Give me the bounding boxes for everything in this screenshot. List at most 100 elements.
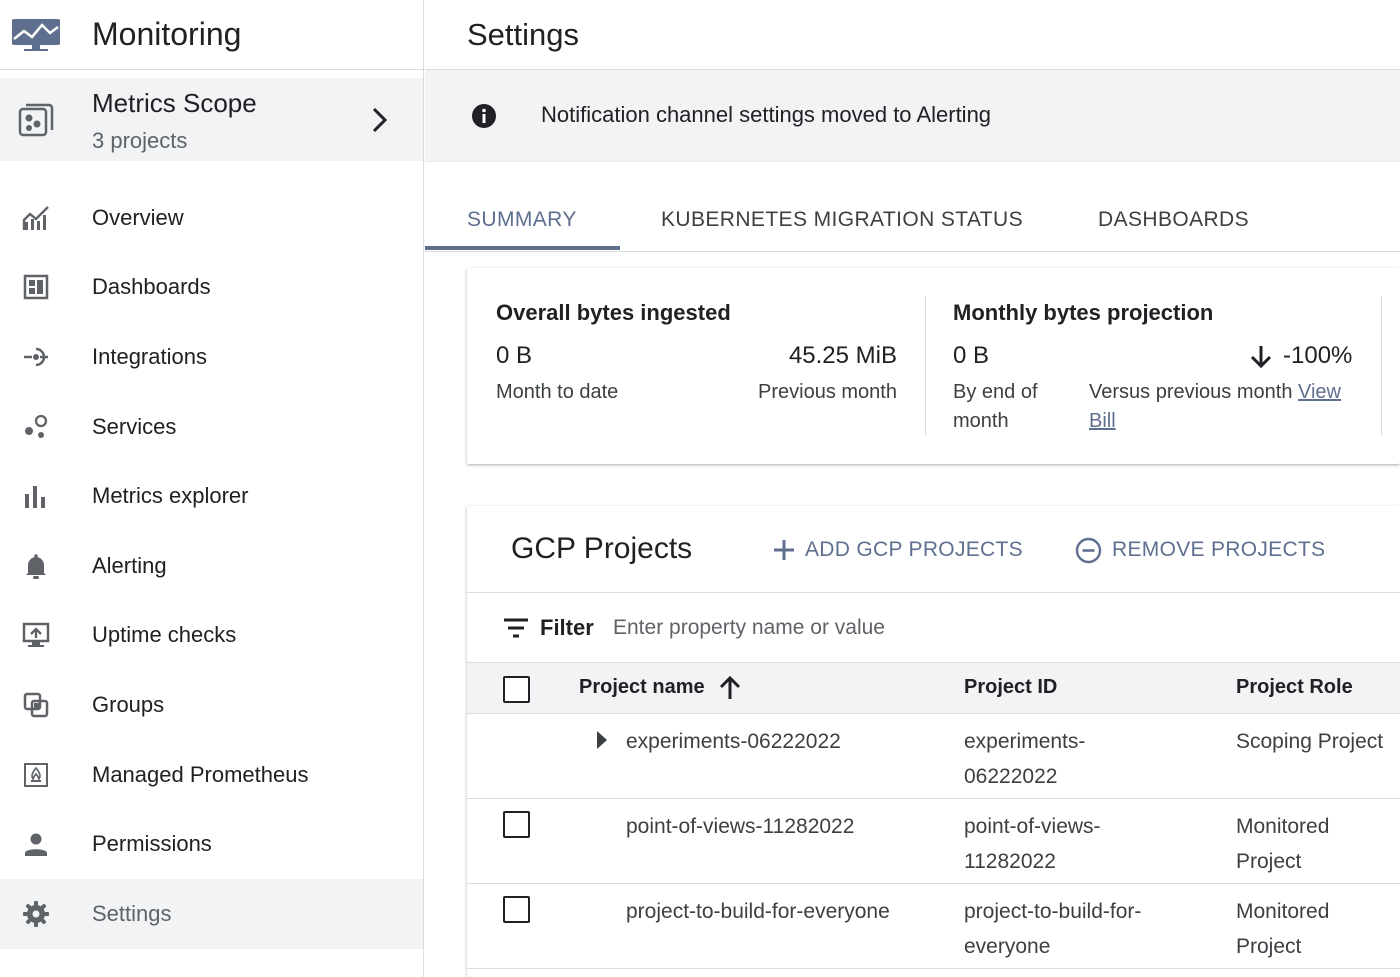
projection-change-label: Versus previous month	[1089, 381, 1293, 403]
filter-bar: Filter	[467, 593, 1400, 663]
sidebar-item-label: Metrics explorer	[92, 483, 249, 509]
projection-value: 0 B	[953, 342, 990, 369]
project-id-line: project-to-build-for-	[964, 900, 1142, 923]
ingested-previous-month-value: 45.25 MiB	[788, 342, 897, 369]
metrics-scope-selector[interactable]: Metrics Scope 3 projects	[0, 78, 423, 161]
page-header: Settings	[425, 0, 1400, 70]
page-title: Settings	[467, 16, 580, 52]
sidebar-item-label: Uptime checks	[92, 622, 237, 648]
sidebar-item-settings[interactable]: Settings	[0, 878, 423, 949]
sidebar-item-overview[interactable]: Overview	[0, 183, 423, 253]
metrics-scope-icon	[18, 102, 54, 138]
sidebar-item-label: Dashboards	[92, 274, 211, 300]
tab-kubernetes-migration-status[interactable]: KUBERNETES MIGRATION STATUS	[661, 188, 1023, 252]
table-row[interactable]: point-of-views-11282022 point-of-views- 1…	[467, 799, 1400, 884]
project-id: experiments- 06222022	[964, 724, 1085, 794]
sidebar-item-label: Permissions	[92, 831, 212, 857]
row-checkbox[interactable]	[503, 811, 530, 838]
sidebar-item-groups[interactable]: Groups	[0, 670, 423, 740]
sidebar: Monitoring Metrics Scope 3 projects Over…	[0, 0, 424, 977]
project-role-line: Monitored	[1236, 900, 1330, 923]
main-content: Settings Notification channel settings m…	[425, 0, 1400, 977]
table-row[interactable]: experiments- 06222022 experiments- 0622202…	[467, 714, 1400, 799]
remove-projects-label: REMOVE PROJECTS	[1112, 538, 1326, 561]
bell-icon	[22, 552, 50, 580]
sidebar-item-alerting[interactable]: Alerting	[0, 531, 423, 601]
remove-circle-icon	[1075, 537, 1112, 564]
sidebar-item-services[interactable]: Services	[0, 392, 423, 462]
sidebar-item-label: Alerting	[92, 552, 167, 578]
settings-tabs: SUMMARY KUBERNETES MIGRATION STATUS DASH…	[425, 188, 1400, 252]
bar-chart-icon	[22, 482, 50, 510]
project-id-line: point-of-views-	[964, 815, 1101, 838]
summary-divider	[925, 296, 926, 436]
project-id: project-to-build-for-everyone	[964, 894, 1141, 964]
dashboards-icon	[22, 273, 50, 301]
sidebar-item-metrics-explorer[interactable]: Metrics explorer	[0, 461, 423, 531]
sidebar-item-label: Overview	[92, 204, 184, 230]
info-icon	[471, 103, 497, 129]
project-id-line: experiments-	[964, 730, 1086, 753]
app-header: Monitoring	[0, 0, 423, 70]
remove-projects-button[interactable]: REMOVE PROJECTS	[1075, 534, 1325, 566]
tab-summary[interactable]: SUMMARY	[467, 188, 577, 252]
chevron-right-icon[interactable]	[368, 106, 392, 134]
ingested-previous-month-label: Previous month	[758, 381, 897, 403]
project-name: point-of-views-11282022	[626, 815, 855, 838]
app-title: Monitoring	[92, 16, 242, 52]
sidebar-item-label: Groups	[92, 691, 165, 717]
plus-icon	[773, 539, 805, 561]
column-header-project-name[interactable]: Project name	[579, 676, 705, 699]
projection-change: -100%	[1283, 342, 1353, 369]
project-id-line: 06222022	[964, 765, 1058, 788]
tab-dashboards[interactable]: DASHBOARDS	[1098, 188, 1249, 252]
sidebar-item-managed-prometheus[interactable]: Managed Prometheus	[0, 740, 423, 810]
column-header-project-role[interactable]: Project Role	[1236, 676, 1353, 699]
ingested-month-to-date-label: Month to date	[496, 381, 619, 403]
project-role-line: Monitored	[1236, 815, 1330, 838]
project-id-line: 11282022	[964, 850, 1056, 873]
row-checkbox[interactable]	[503, 896, 530, 923]
project-name: project-to-build-for-everyone	[626, 900, 890, 923]
table-row[interactable]: project-to-build-for-everyone project-to…	[467, 884, 1400, 969]
services-icon	[22, 413, 50, 441]
bytes-summary-card: Overall bytes ingested 0 B Month to date…	[467, 268, 1400, 464]
caret-right-icon[interactable]	[595, 730, 609, 750]
person-icon	[22, 830, 50, 858]
sidebar-item-dashboards[interactable]: Dashboards	[0, 253, 423, 323]
add-gcp-projects-label: ADD GCP PROJECTS	[805, 538, 1023, 561]
gear-icon	[22, 900, 50, 928]
project-role-line: Scoping Project	[1236, 730, 1384, 753]
filter-label: Filter	[540, 615, 594, 640]
overview-icon	[22, 204, 50, 232]
filter-icon[interactable]	[503, 618, 529, 638]
projection-value-label: By end of month	[953, 381, 1038, 432]
integrations-icon	[22, 343, 50, 371]
project-role-line: Project	[1236, 935, 1302, 958]
arrow-down-icon	[1249, 344, 1273, 370]
sidebar-nav: Overview Dashboards Integrations Service…	[0, 183, 423, 949]
sidebar-item-uptime-checks[interactable]: Uptime checks	[0, 601, 423, 671]
sidebar-item-label: Integrations	[92, 343, 207, 369]
filter-input[interactable]	[613, 609, 1213, 647]
projection-heading: Monthly bytes projection	[953, 300, 1214, 325]
project-role-line: Project	[1236, 850, 1302, 873]
arrow-up-sort-icon[interactable]	[719, 675, 741, 701]
table-header: Project name Project ID Project Role	[467, 663, 1400, 714]
metrics-scope-subtitle: 3 projects	[92, 128, 188, 153]
add-gcp-projects-button[interactable]: ADD GCP PROJECTS	[773, 534, 1023, 566]
summary-divider	[1381, 296, 1382, 436]
uptime-icon	[22, 621, 50, 649]
project-id: point-of-views- 11282022	[964, 809, 1101, 879]
ingested-heading: Overall bytes ingested	[496, 300, 731, 325]
active-tab-indicator	[425, 246, 620, 250]
column-header-project-id[interactable]: Project ID	[964, 676, 1057, 699]
project-role: Monitored Project	[1236, 894, 1329, 964]
project-role: Monitored Project	[1236, 809, 1329, 879]
select-all-checkbox[interactable]	[503, 676, 530, 703]
sidebar-item-permissions[interactable]: Permissions	[0, 809, 423, 879]
sidebar-item-integrations[interactable]: Integrations	[0, 322, 423, 392]
project-role: Scoping Project	[1236, 724, 1383, 759]
sidebar-item-label: Settings	[92, 900, 172, 926]
sidebar-item-label: Managed Prometheus	[92, 761, 309, 787]
